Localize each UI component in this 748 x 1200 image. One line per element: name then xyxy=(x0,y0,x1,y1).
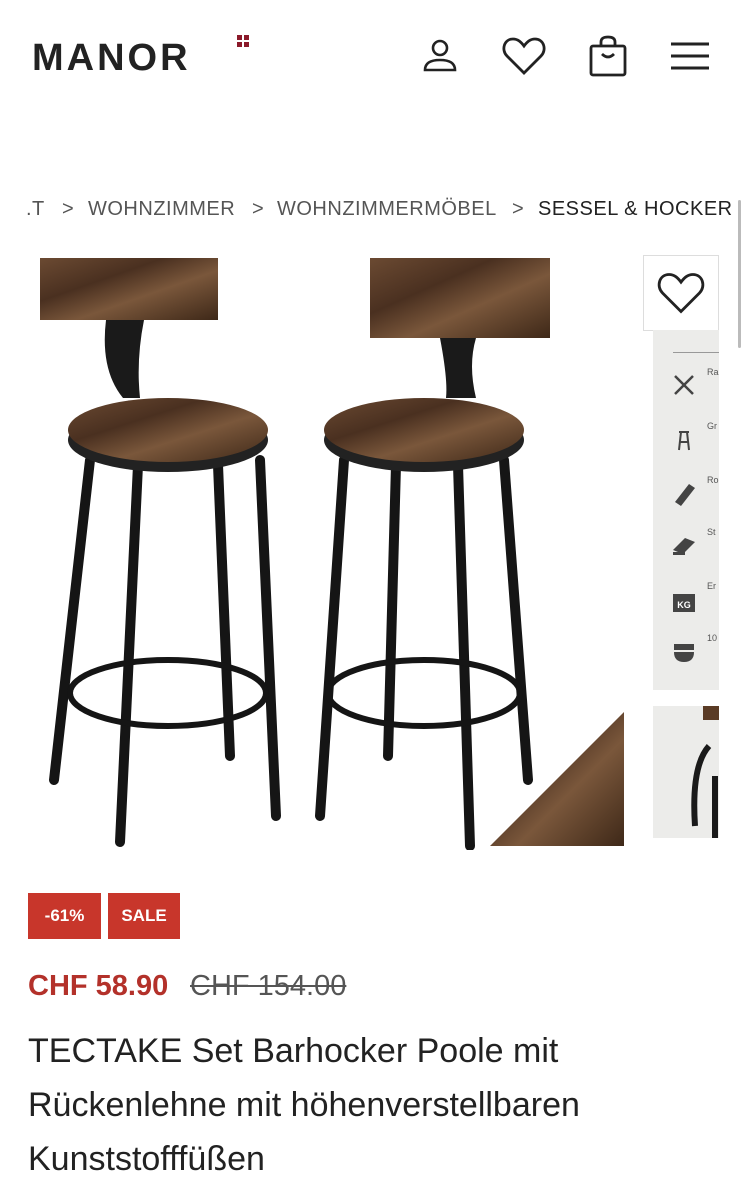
breadcrumb: .T > WOHNZIMMER > WOHNZIMMERMÖBEL > SESS… xyxy=(0,192,748,228)
stool-icon xyxy=(678,431,690,451)
feature-item: Ra xyxy=(653,366,719,418)
chevron-right-icon: > xyxy=(512,198,525,220)
logo-dots-icon xyxy=(237,35,249,47)
discount-badge: -61% xyxy=(28,893,101,939)
shopping-bag-icon xyxy=(589,35,627,77)
feature-item: St xyxy=(653,526,719,578)
feature-item: Gr xyxy=(653,420,719,472)
breadcrumb-item-wohnzimmermoebel[interactable]: WOHNZIMMERMÖBEL xyxy=(277,198,497,221)
manor-logo[interactable]: MANOR xyxy=(32,36,191,80)
breadcrumb-item-wohnzimmer[interactable]: WOHNZIMMER xyxy=(88,198,235,221)
wood-plank-icon xyxy=(675,484,695,506)
original-price: CHF 154.00 xyxy=(190,970,347,1002)
product-image[interactable] xyxy=(28,250,626,850)
heart-icon xyxy=(502,37,546,75)
svg-text:KG: KG xyxy=(677,600,691,610)
menu-icon xyxy=(671,42,709,70)
seat-pad-icon xyxy=(674,644,694,662)
tools-icon xyxy=(674,375,694,395)
wood-corner xyxy=(490,712,624,846)
feature-item: KG Er xyxy=(653,580,719,632)
user-icon xyxy=(423,39,457,72)
site-header: MANOR xyxy=(0,0,748,120)
product-title: TECTAKE Set Barhocker Poole mit Rückenle… xyxy=(28,1032,580,1178)
wishlist-button[interactable] xyxy=(500,34,548,78)
wishlist-toggle[interactable] xyxy=(643,255,719,331)
cart-button[interactable] xyxy=(584,34,632,78)
stool-right xyxy=(315,258,550,850)
product-gallery[interactable]: Ra Gr Ro St KG Er 10 xyxy=(0,250,748,860)
menu-button[interactable] xyxy=(666,34,714,78)
thumbnail-features[interactable]: Ra Gr Ro St KG Er 10 xyxy=(653,330,719,690)
feature-item: 10 xyxy=(653,632,719,684)
chevron-right-icon: > xyxy=(252,198,265,220)
steel-icon xyxy=(673,538,695,555)
breadcrumb-item-current: SESSEL & HOCKER xyxy=(538,198,733,220)
sale-badge: SALE xyxy=(108,893,180,939)
divider xyxy=(673,352,719,353)
account-button[interactable] xyxy=(416,34,464,78)
chevron-right-icon: > xyxy=(62,198,75,220)
stool-left xyxy=(40,258,281,847)
breadcrumb-item[interactable]: .T xyxy=(26,198,45,221)
heart-icon xyxy=(657,273,705,314)
weight-icon: KG xyxy=(673,594,695,612)
current-price: CHF 58.90 xyxy=(28,970,169,1002)
stool-detail-image xyxy=(691,706,719,838)
thumbnail-detail[interactable] xyxy=(653,706,719,838)
feature-item: Ro xyxy=(653,474,719,526)
